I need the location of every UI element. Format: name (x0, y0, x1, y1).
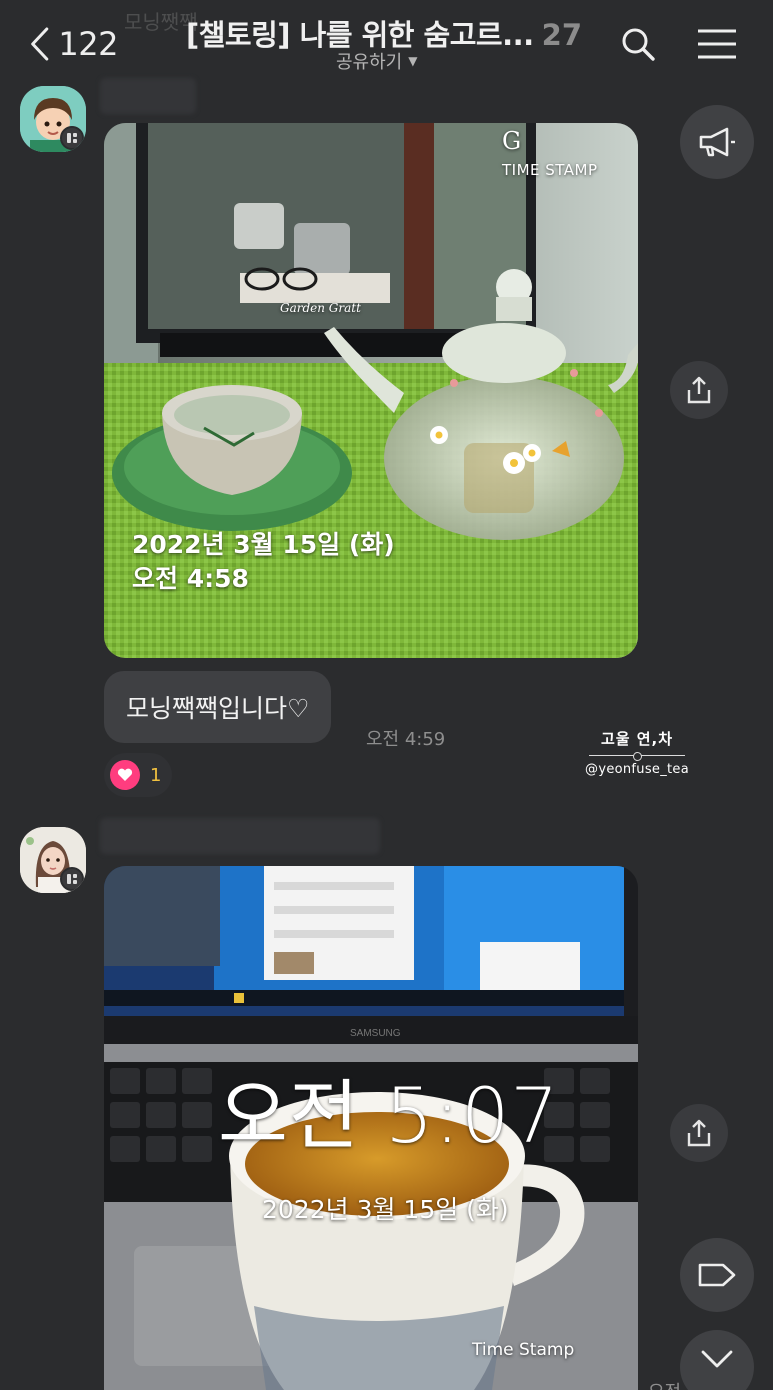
unread-count: 122 (58, 25, 118, 63)
laptop-brand-text: SAMSUNG (350, 1028, 401, 1039)
megaphone-icon (699, 127, 735, 157)
open-profile-badge-icon (60, 126, 84, 150)
text-message-bubble[interactable]: 모닝짹짹입니다♡ (104, 671, 332, 743)
message-text: 모닝짹짹입니다♡ (126, 694, 310, 723)
watermark: 고울 연,차 @yeonfuse_tea (572, 728, 702, 777)
stamp-letter: G (502, 127, 522, 155)
menu-button[interactable] (694, 22, 740, 66)
share-dropdown[interactable]: 공유하기 ▼ (336, 48, 417, 74)
share-label: 공유하기 (336, 52, 403, 73)
share-photo-button[interactable] (670, 1104, 728, 1162)
sender-name-blurred (100, 78, 196, 114)
menu-icon (698, 29, 736, 59)
photo-date-overlay: 2022년 3월 15일 (화) (262, 1195, 509, 1224)
tag-button[interactable] (680, 1238, 754, 1312)
watermark-handle: @yeonfuse_tea (585, 762, 689, 777)
scroll-down-button[interactable] (680, 1330, 754, 1390)
message-time-partial: 오전 (648, 1378, 681, 1390)
photo-message-tea[interactable]: G TIME STAMP Garden Gratt 2022년 3월 15일 (… (104, 123, 638, 658)
chevron-down-icon (701, 1350, 733, 1368)
photo-message-laptop-tea[interactable]: SAMSUNG 오전 5:07 2022년 3월 15일 (화) Time St… (104, 866, 638, 1390)
caret-down-icon: ▼ (408, 54, 418, 68)
photo-time-overlay: 오전 4:58 (132, 564, 249, 593)
message-time: 오전 4:59 (366, 729, 446, 750)
mug-script-text: Garden Gratt (280, 301, 361, 315)
search-button[interactable] (616, 22, 660, 66)
open-profile-badge-icon (60, 867, 84, 891)
back-button[interactable]: 122 (28, 22, 118, 66)
sender-avatar[interactable] (20, 827, 86, 893)
reaction-chip[interactable]: 1 (104, 753, 172, 797)
sender-name-blurred (100, 818, 380, 854)
share-icon (687, 1119, 711, 1147)
search-icon (622, 28, 655, 61)
share-icon (687, 376, 711, 404)
sender-avatar[interactable] (20, 86, 86, 152)
photo-time-overlay: 오전 5:07 (218, 1071, 560, 1160)
announce-button[interactable] (680, 105, 754, 179)
photo-date-overlay: 2022년 3월 15일 (화) (132, 530, 395, 559)
watermark-divider (589, 752, 685, 761)
share-photo-button[interactable] (670, 361, 728, 419)
heart-icon (110, 760, 140, 790)
time-stamp-label: TIME STAMP (502, 161, 598, 179)
back-icon (31, 27, 49, 61)
watermark-title: 고울 연,차 (600, 730, 674, 748)
time-stamp-label: Time Stamp (472, 1340, 575, 1360)
member-count: 27 (541, 18, 583, 52)
tag-icon (698, 1263, 736, 1287)
reaction-count: 1 (150, 764, 162, 786)
chat-header: 모닝쨋짹 122 [챌토링] 나를 위한 숨고르... 27 공유하기 ▼ (0, 0, 773, 84)
